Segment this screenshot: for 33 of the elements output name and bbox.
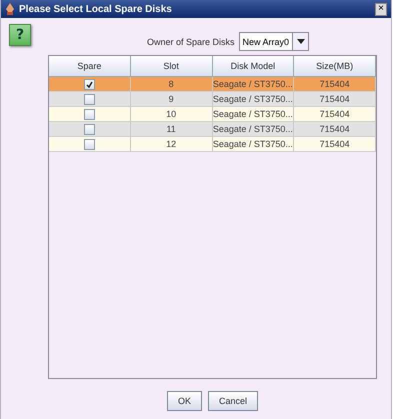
table-cell: 10 — [130, 107, 212, 122]
table-cell: Seagate / ST3750... — [212, 77, 294, 92]
table-cell: 715404 — [294, 77, 376, 92]
owner-dropdown[interactable]: New Array0 — [238, 32, 310, 51]
table-cell: 11 — [130, 122, 212, 137]
spare-checkbox[interactable] — [84, 108, 95, 120]
column-header[interactable]: Size(MB) — [294, 56, 376, 77]
table-cell: 9 — [130, 92, 212, 107]
app-icon — [5, 3, 15, 15]
table-cell: Seagate / ST3750... — [212, 137, 294, 152]
spare-checkbox[interactable] — [84, 138, 95, 150]
column-header[interactable]: Spare — [49, 56, 131, 77]
close-button[interactable]: × — [375, 2, 387, 16]
table-cell: Seagate / ST3750... — [212, 92, 294, 107]
spare-checkbox[interactable] — [84, 78, 95, 90]
owner-label: Owner of Spare Disks — [146, 36, 234, 46]
caret-icon — [296, 39, 305, 44]
table-cell: 715404 — [294, 92, 376, 107]
window-title: Please Select Local Spare Disks — [19, 4, 173, 14]
table-cell: 8 — [130, 77, 212, 92]
table-cell: 715404 — [294, 122, 376, 137]
column-header[interactable]: Disk Model — [212, 56, 294, 77]
table-cell: 12 — [130, 137, 212, 152]
spare-checkbox[interactable] — [84, 94, 95, 104]
cancel-button[interactable]: Cancel — [208, 391, 258, 411]
column-header[interactable]: Slot — [130, 56, 212, 77]
table-cell: Seagate / ST3750... — [212, 122, 294, 137]
spare-checkbox[interactable] — [84, 124, 95, 134]
ok-button[interactable]: OK — [166, 391, 202, 411]
table-cell: 715404 — [294, 137, 376, 152]
table-cell: 715404 — [294, 107, 376, 122]
table-cell: Seagate / ST3750... — [212, 107, 294, 122]
help-button[interactable]: ? — [9, 24, 31, 46]
